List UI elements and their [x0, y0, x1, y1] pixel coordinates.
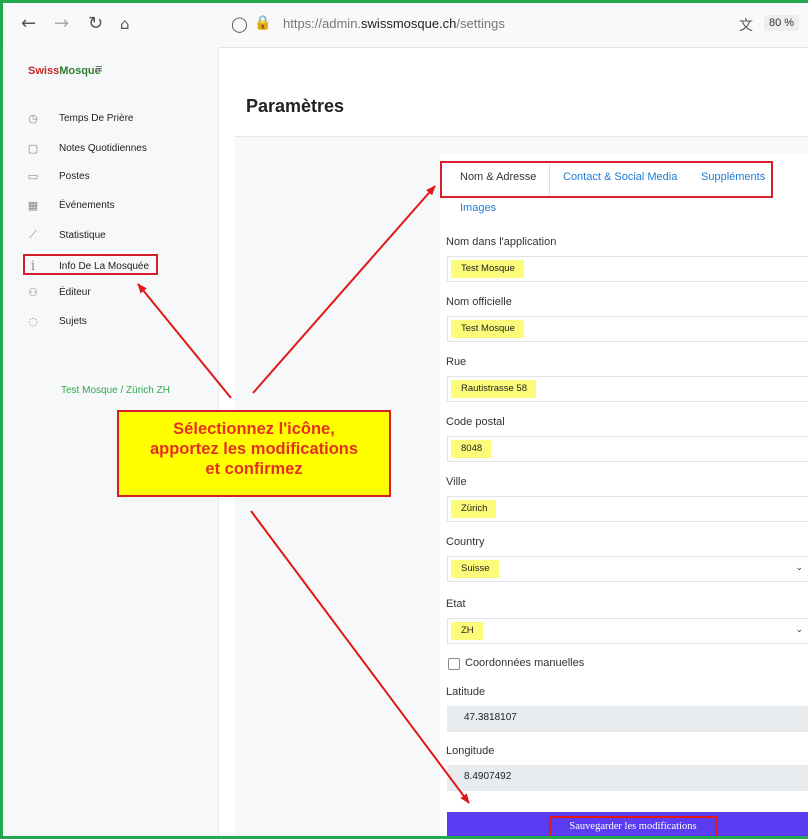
screenshot-frame: ← → ↻ ⌂ ◯ 🔒 ⚿ https://admin.swissmosque.… — [0, 0, 808, 839]
callout-line: et confirmez — [205, 460, 303, 478]
callout-line: apportez les modifications — [149, 440, 359, 458]
instruction-callout: Sélectionnez l'icône, apportez les modif… — [117, 410, 391, 497]
arrow-to-info — [137, 283, 232, 399]
arrow-to-save — [250, 510, 470, 804]
arrow-to-tabs — [252, 185, 436, 394]
callout-line: Sélectionnez l'icône, — [173, 420, 335, 438]
